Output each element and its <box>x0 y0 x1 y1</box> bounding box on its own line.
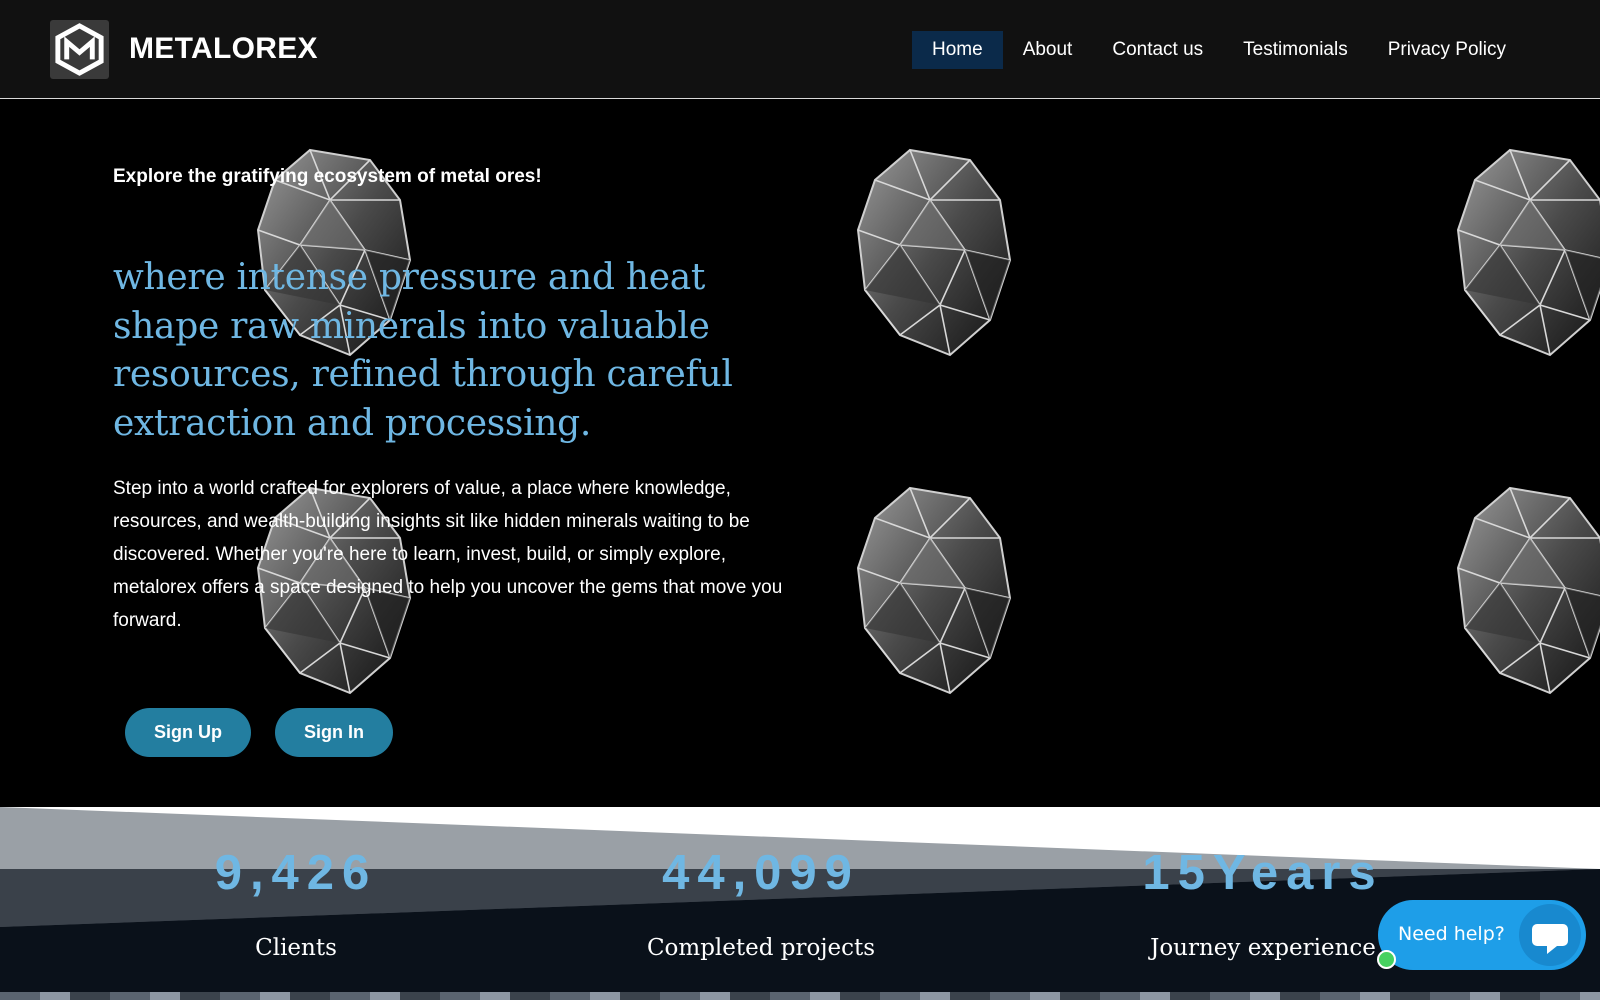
hero-headline: where intense pressure and heat shape ra… <box>113 257 733 444</box>
nav-item-testimonials[interactable]: Testimonials <box>1223 31 1368 69</box>
site-header: METALOREX Home About Contact us Testimon… <box>0 0 1600 99</box>
stat-value-projects: 44,099 <box>662 846 860 900</box>
hero-description: Step into a world crafted for explorers … <box>113 478 783 631</box>
polyhedron-gem-icon <box>1440 468 1600 708</box>
brand-name[interactable]: METALOREX <box>129 31 318 67</box>
sign-in-button[interactable]: Sign In <box>275 708 393 757</box>
stats-section: 9,426 Clients 44,099 Completed projects … <box>0 807 1600 992</box>
hero-section: Explore the gratifying ecosystem of meta… <box>0 100 1600 807</box>
need-help-label[interactable]: Need help? <box>1398 923 1505 945</box>
metalorex-logo-icon[interactable] <box>50 20 109 79</box>
stat-value-experience: 15Years <box>1142 846 1384 900</box>
nav-item-about[interactable]: About <box>1003 31 1093 69</box>
nav-item-privacy-policy[interactable]: Privacy Policy <box>1368 31 1526 69</box>
hero-kicker: Explore the gratifying ecosystem of meta… <box>113 166 542 187</box>
online-status-dot <box>1377 950 1396 969</box>
polyhedron-gem-icon <box>840 468 1040 708</box>
polyhedron-gem-icon <box>840 130 1040 370</box>
stat-label-projects: Completed projects <box>646 935 876 961</box>
stat-label-clients: Clients <box>255 935 337 961</box>
stat-label-experience: Journey experience <box>1150 935 1376 961</box>
need-help-widget[interactable]: Need help? <box>1378 900 1586 970</box>
chat-bubble-icon[interactable] <box>1519 904 1581 966</box>
bottom-image-strip <box>0 992 1600 1000</box>
nav-item-home[interactable]: Home <box>912 31 1003 69</box>
stat-value-clients: 9,426 <box>214 846 378 900</box>
nav-item-contact[interactable]: Contact us <box>1092 31 1223 69</box>
sign-up-button[interactable]: Sign Up <box>125 708 251 757</box>
main-nav: Home About Contact us Testimonials Priva… <box>912 31 1526 69</box>
polyhedron-gem-icon <box>1440 130 1600 370</box>
